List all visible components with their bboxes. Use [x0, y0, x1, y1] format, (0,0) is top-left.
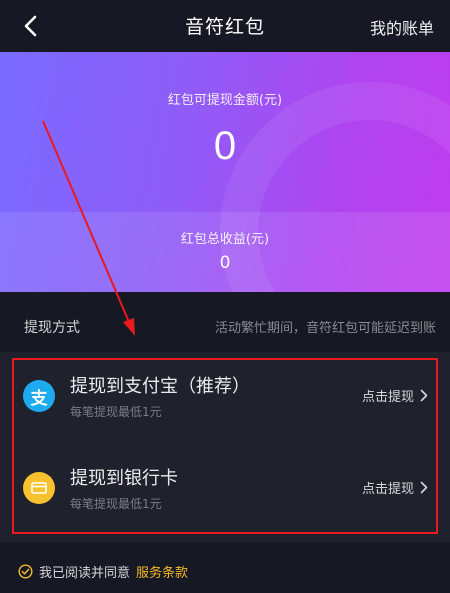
top-bar: 音符红包 我的账单	[0, 0, 450, 52]
chevron-right-icon	[420, 481, 428, 494]
withdraw-action[interactable]: 点击提现	[362, 386, 428, 405]
withdraw-method-header: 提现方式 活动繁忙期间，音符红包可能延迟到账	[0, 292, 450, 352]
check-circle-icon	[18, 564, 33, 579]
withdraw-methods-list: 支 提现到支付宝（推荐） 每笔提现最低1元 点击提现 提现到银行卡 每笔提现最低…	[0, 352, 450, 542]
alipay-glyph: 支	[30, 388, 48, 409]
alipay-icon: 支	[23, 380, 55, 412]
withdraw-bank-card-option[interactable]: 提现到银行卡 每笔提现最低1元 点击提现	[0, 446, 450, 534]
total-earnings-label: 红包总收益(元)	[180, 232, 270, 247]
withdrawable-amount: 0	[213, 124, 237, 168]
balance-card: 红包可提现金额(元) 0 红包总收益(元) 0	[0, 52, 450, 292]
method-name: 提现到银行卡	[70, 468, 178, 489]
withdraw-action[interactable]: 点击提现	[362, 478, 428, 497]
method-name: 提现到支付宝（推荐）	[70, 376, 250, 397]
withdraw-alipay-option[interactable]: 支 提现到支付宝（推荐） 每笔提现最低1元 点击提现	[0, 352, 450, 440]
total-earnings-amount: 0	[219, 253, 231, 273]
delay-notice: 活动繁忙期间，音符红包可能延迟到账	[214, 321, 436, 336]
withdraw-action-label: 点击提现	[361, 390, 414, 405]
withdrawable-label: 红包可提现金额(元)	[167, 93, 283, 108]
withdraw-action-label: 点击提现	[361, 482, 414, 497]
section-title: 提现方式	[24, 320, 80, 336]
card-glyph-icon	[31, 482, 47, 494]
agreement-row[interactable]: 我已阅读并同意 服务条款	[18, 562, 188, 581]
bank-card-icon	[23, 472, 55, 504]
method-min-note: 每笔提现最低1元	[70, 405, 162, 419]
agreement-text: 我已阅读并同意	[39, 566, 131, 581]
chevron-right-icon	[420, 389, 428, 402]
terms-of-service-link[interactable]: 服务条款	[136, 562, 188, 581]
my-bill-link[interactable]: 我的账单	[370, 15, 434, 39]
total-earnings-band	[0, 212, 450, 292]
method-min-note: 每笔提现最低1元	[70, 497, 162, 511]
